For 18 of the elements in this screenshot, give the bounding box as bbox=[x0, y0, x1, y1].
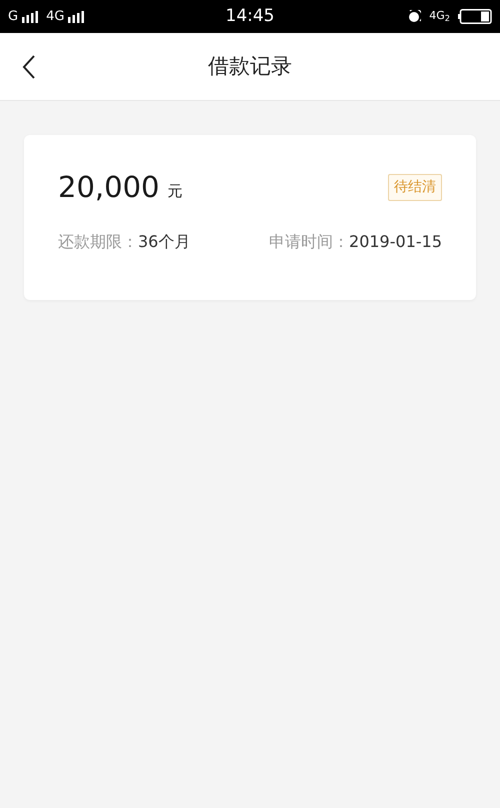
loan-record-card[interactable]: 20,000 元 待结清 还款期限：36个月 申请时间：2019-01-15 bbox=[24, 135, 476, 300]
signal-icon bbox=[22, 10, 38, 22]
battery-icon bbox=[458, 9, 492, 24]
back-icon bbox=[22, 54, 36, 78]
term-label: 还款期限： bbox=[58, 231, 138, 253]
status-time: 14:45 bbox=[226, 4, 274, 28]
currency-unit: 元 bbox=[167, 180, 182, 202]
signal-icon bbox=[68, 10, 84, 22]
page-title: 借款记录 bbox=[208, 52, 292, 80]
network-label: 4G$_{2}$ bbox=[429, 8, 450, 25]
date-value: 2019-01-15 bbox=[349, 231, 442, 253]
loan-amount: 20,000 bbox=[58, 173, 160, 202]
term-value: 36个月 bbox=[138, 231, 190, 253]
status-badge: 待结清 bbox=[388, 174, 442, 201]
carrier-label: G bbox=[8, 8, 18, 26]
network-label: 4G bbox=[46, 8, 64, 26]
rotation-lock-icon bbox=[407, 10, 422, 24]
date-label: 申请时间： bbox=[269, 231, 350, 253]
